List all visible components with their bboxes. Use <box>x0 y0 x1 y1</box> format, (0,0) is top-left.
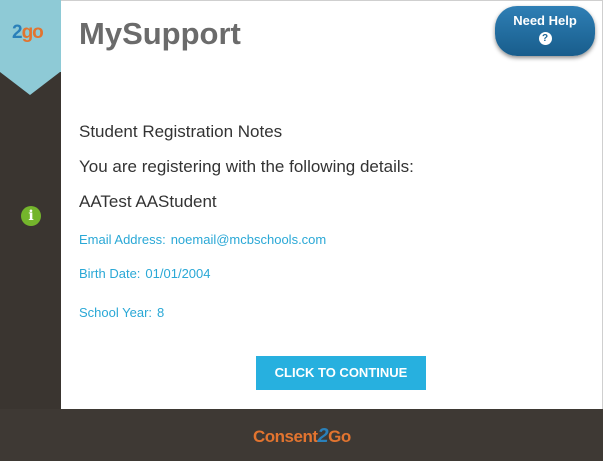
info-icon[interactable]: i <box>21 206 41 226</box>
school-year-value: 8 <box>157 305 165 320</box>
sidebar: 2go i <box>0 0 61 409</box>
continue-button[interactable]: CLICK TO CONTINUE <box>256 356 426 390</box>
logo-word: go <box>21 22 44 43</box>
school-year-label: School Year: <box>79 305 153 320</box>
need-help-button[interactable]: Need Help ? <box>495 6 595 56</box>
page-title: MySupport <box>79 16 241 51</box>
logo-tab-pointer <box>0 72 60 95</box>
footer: Consent2Go <box>0 409 603 461</box>
footer-logo[interactable]: Consent2Go <box>253 425 351 448</box>
school-year-field: School Year: 8 <box>79 305 164 320</box>
question-circle-icon: ? <box>538 32 552 45</box>
need-help-label: Need Help <box>513 13 577 28</box>
footer-logo-number: 2 <box>317 425 329 447</box>
logo-tab[interactable]: 2go <box>0 0 61 72</box>
email-label: Email Address: <box>79 232 166 247</box>
student-name: AATest AAStudent <box>79 192 217 211</box>
footer-logo-word-a: Consent <box>253 427 318 446</box>
email-field: Email Address: noemail@mcbschools.com <box>79 232 326 247</box>
birth-date-label: Birth Date: <box>79 266 141 281</box>
section-title: Student Registration Notes <box>79 122 283 141</box>
intro-text: You are registering with the following d… <box>79 157 414 176</box>
footer-logo-word-b: Go <box>328 427 351 446</box>
app-frame <box>0 0 603 461</box>
email-value: noemail@mcbschools.com <box>170 232 327 247</box>
birth-date-field: Birth Date: 01/01/2004 <box>79 266 211 281</box>
app-logo: 2go <box>12 22 44 44</box>
birth-date-value: 01/01/2004 <box>145 266 211 281</box>
logo-number: 2 <box>12 22 23 43</box>
